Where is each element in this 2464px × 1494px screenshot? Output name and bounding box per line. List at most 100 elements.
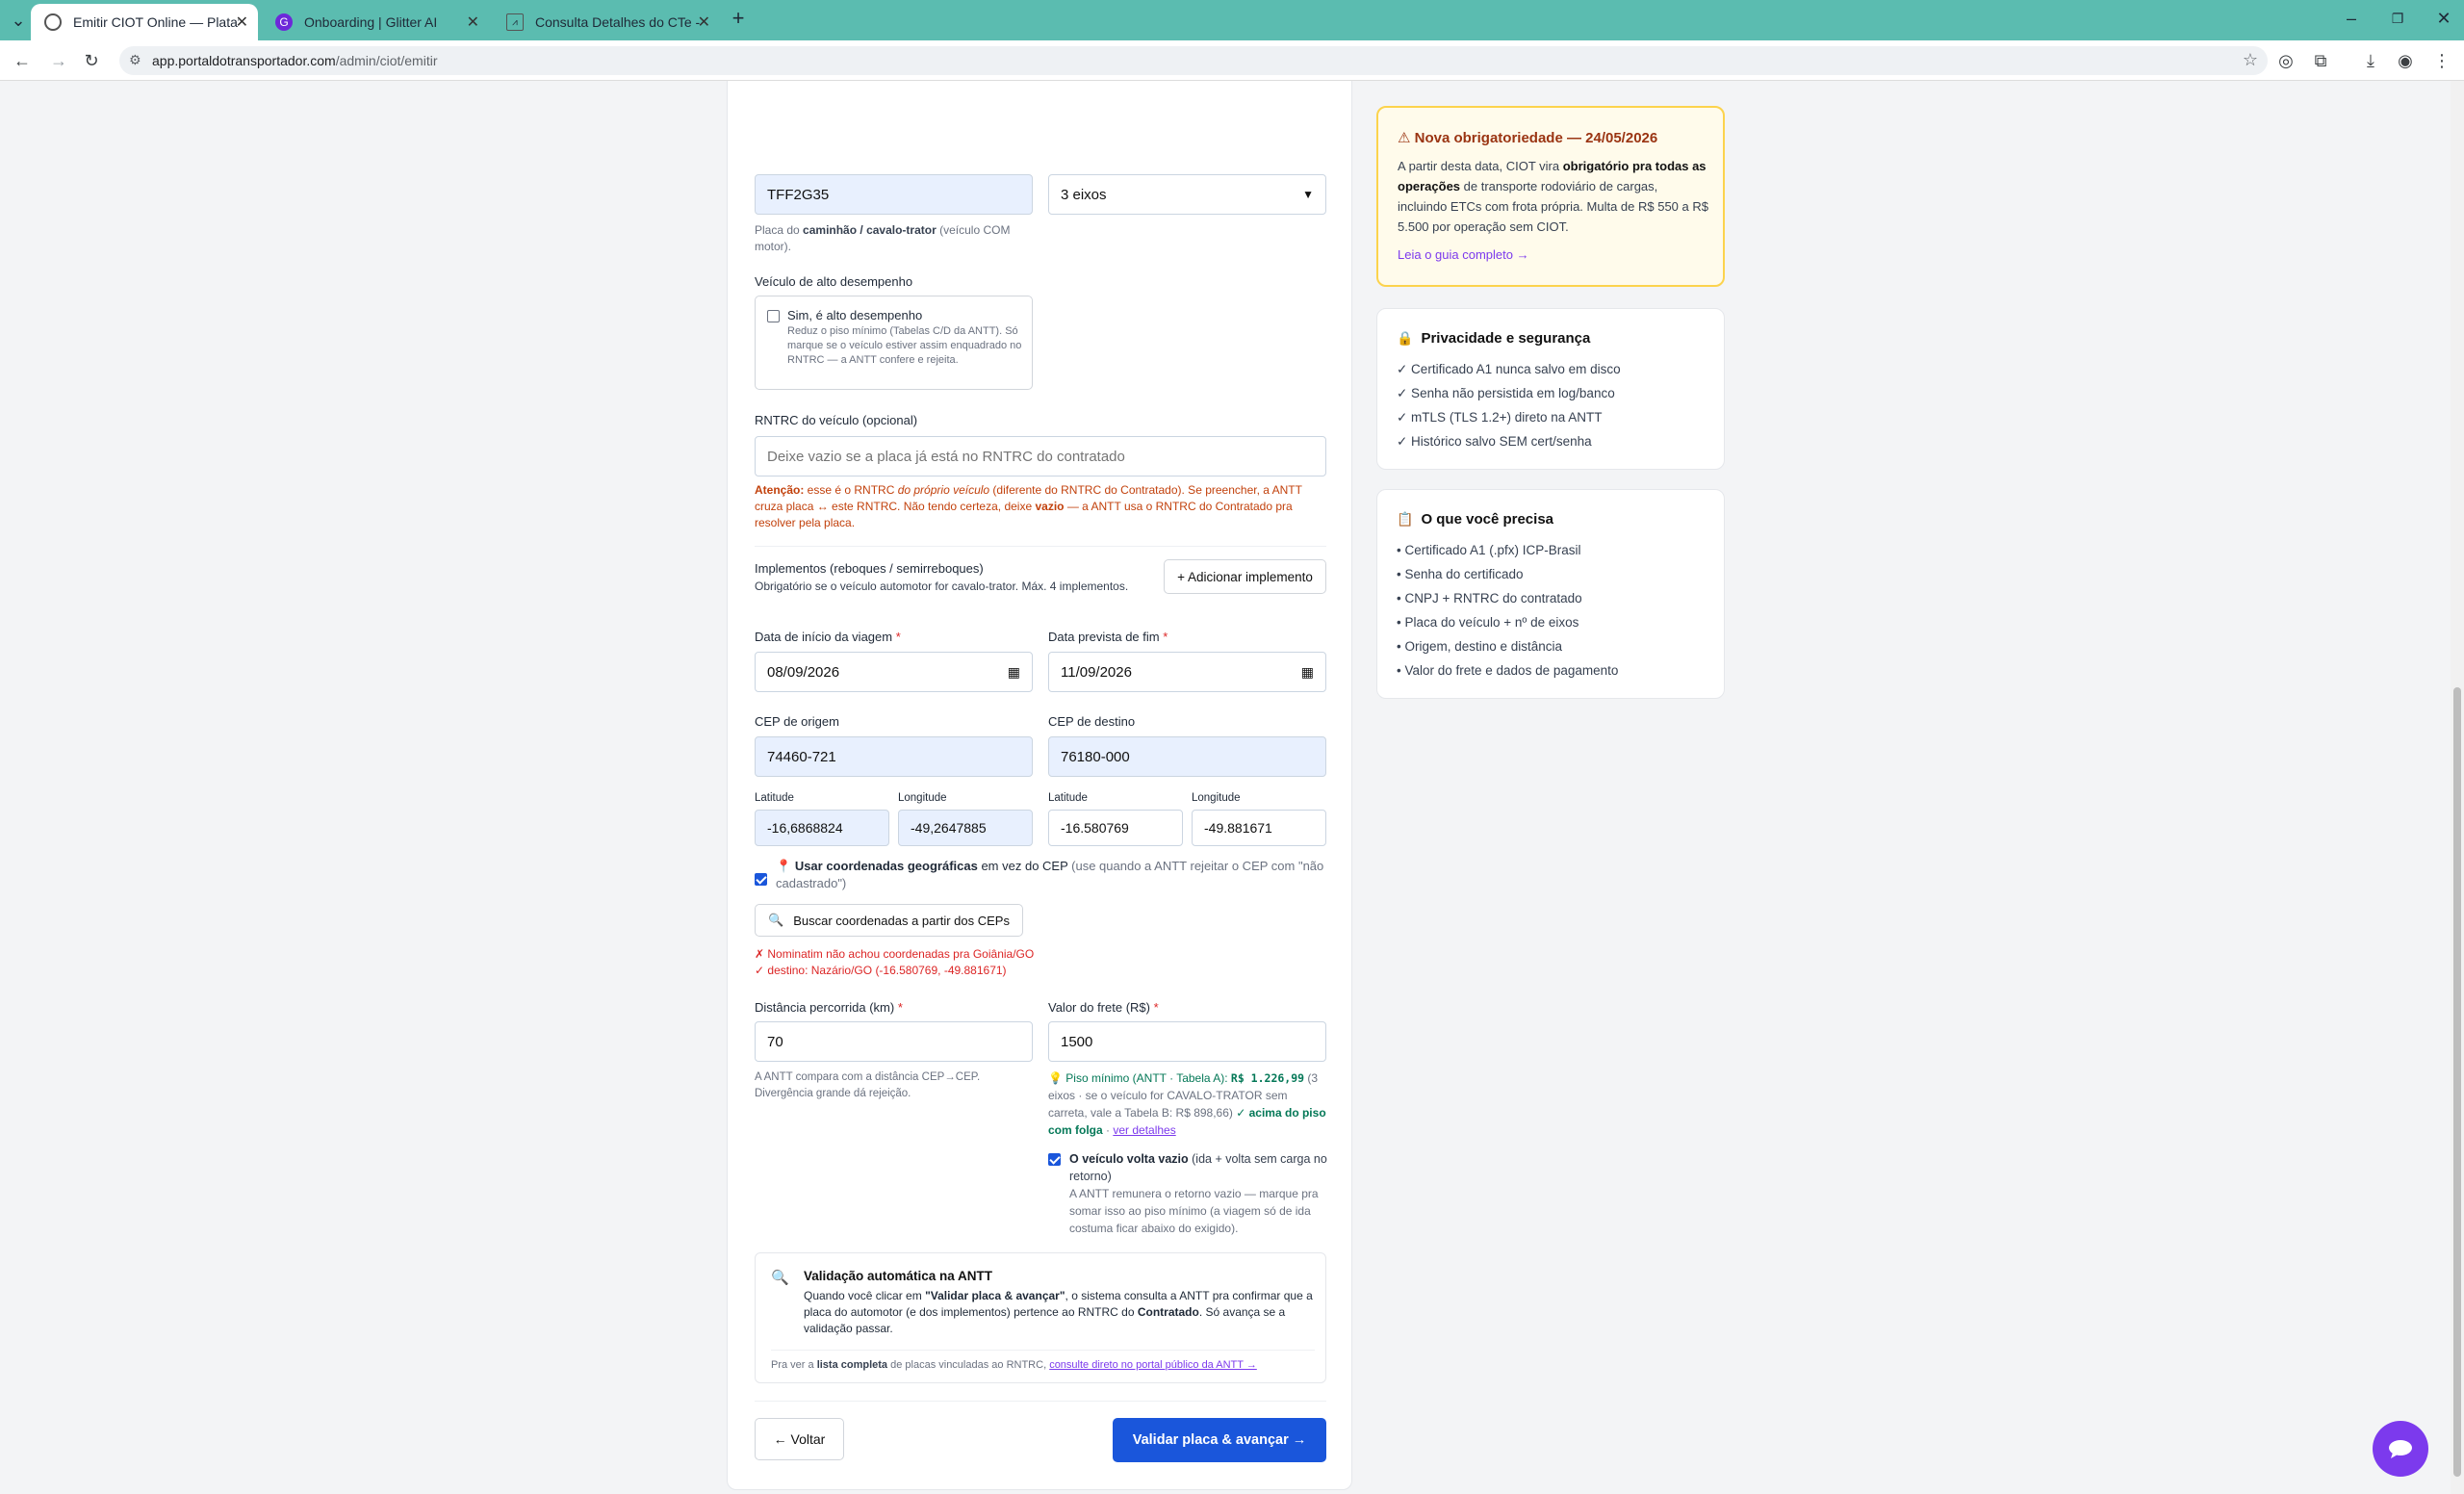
obrigatoriedade-notice: ⚠ Nova obrigatoriedade — 24/05/2026 A pa… <box>1376 106 1725 287</box>
required-mark: * <box>897 1000 903 1015</box>
coord-bold: Usar coordenadas geográficas <box>794 859 978 873</box>
dest-lon-input[interactable]: -49.881671 <box>1192 810 1326 846</box>
data-fim-value: 11/09/2026 <box>1061 663 1132 681</box>
notice-part: A partir desta data, CIOT vira <box>1398 159 1563 173</box>
eixos-select[interactable]: 3 eixos ▼ <box>1048 174 1326 215</box>
list-item: ✓ mTLS (TLS 1.2+) direto na ANTT <box>1397 410 1603 425</box>
eixos-value: 3 eixos <box>1061 186 1107 203</box>
tab-onboarding[interactable]: G Onboarding | Glitter AI ✕ <box>262 4 489 40</box>
usar-coordenadas-checkbox[interactable] <box>755 873 767 886</box>
data-inicio-value: 08/09/2026 <box>767 663 840 681</box>
download-icon[interactable]: ⤓ <box>2360 50 2381 71</box>
privacidade-header: 🔒 Privacidade e segurança <box>1397 330 1590 347</box>
new-tab-plus-icon[interactable]: + <box>728 8 749 29</box>
chevron-down-icon: ▼ <box>1302 188 1314 201</box>
alto-desempenho-check-label: Sim, é alto desempenho <box>787 308 923 322</box>
pin-icon: 📍 <box>776 859 792 873</box>
tab-emitir-ciot[interactable]: Emitir CIOT Online — Plataforma ✕ <box>31 4 258 40</box>
distancia-help: A ANTT compara com a distância CEP→CEP. … <box>755 1071 981 1099</box>
dest-lat-label: Latitude <box>1048 792 1088 804</box>
volta-vazio-checkbox[interactable] <box>1048 1153 1061 1166</box>
chat-bubble-icon <box>2389 1440 2412 1458</box>
lock-icon: 🔒 <box>1397 330 1414 346</box>
data-fim-label: Data prevista de fim * <box>1048 630 1168 644</box>
validar-avancar-button[interactable]: Validar placa & avançar → <box>1113 1418 1326 1462</box>
tab-label: Onboarding | Glitter AI <box>304 14 438 30</box>
alto-desempenho-label: Veículo de alto desempenho <box>755 274 913 289</box>
implementos-help: Obrigatório se o veículo automotor for c… <box>755 580 1129 593</box>
data-inicio-input[interactable]: 08/09/2026 ▦ <box>755 652 1033 692</box>
url-path: /admin/ciot/emitir <box>335 53 438 68</box>
page-scrollbar[interactable] <box>2451 81 2464 1494</box>
orig-lat-input[interactable]: -16,6868824 <box>755 810 889 846</box>
bookmark-star-icon[interactable]: ☆ <box>2243 50 2258 70</box>
list-item: • CNPJ + RNTRC do contratado <box>1397 591 1582 605</box>
address-bar[interactable]: ⚙ app.portaldotransportador.com/admin/ci… <box>119 46 2268 75</box>
valid-bold: "Validar placa & avançar" <box>925 1289 1065 1302</box>
add-implemento-button[interactable]: + Adicionar implemento <box>1164 559 1326 594</box>
required-mark: * <box>1163 630 1168 644</box>
calendar-icon[interactable]: ▦ <box>1008 664 1020 681</box>
dest-lat-input[interactable]: -16.580769 <box>1048 810 1183 846</box>
cep-origem-input[interactable]: 74460-721 <box>755 736 1033 777</box>
distancia-input[interactable]: 70 <box>755 1021 1033 1062</box>
chat-widget-button[interactable] <box>2373 1421 2428 1477</box>
distancia-label: Distância percorrida (km) * <box>755 1000 903 1015</box>
calendar-icon[interactable]: ▦ <box>1301 664 1314 681</box>
list-item: • Origem, destino e distância <box>1397 639 1563 654</box>
buscar-coordenadas-label: Buscar coordenadas a partir dos CEPs <box>793 913 1010 928</box>
coord-text: em vez do CEP <box>977 859 1072 873</box>
guia-completo-link[interactable]: Leia o guia completo → <box>1398 247 1529 262</box>
minimize-icon[interactable]: – <box>2341 8 2362 29</box>
warn-italic: do próprio veículo <box>897 483 990 497</box>
window-close-icon[interactable]: ✕ <box>2433 8 2454 29</box>
tab-search-chevron-icon[interactable]: ⌄ <box>8 10 29 31</box>
close-icon[interactable]: ✕ <box>467 13 479 32</box>
orig-lon-input[interactable]: -49,2647885 <box>898 810 1033 846</box>
validacao-title: Validação automática na ANTT <box>804 1269 993 1283</box>
cep-destino-input[interactable]: 76180-000 <box>1048 736 1326 777</box>
back-icon[interactable]: ← <box>12 50 33 71</box>
tab-consulta-cte[interactable]: ⩘ Consulta Detalhes do CTe - ERP ✕ <box>493 4 720 40</box>
menu-kebab-icon[interactable]: ⋮ <box>2431 50 2452 71</box>
privacidade-card: 🔒 Privacidade e segurança ✓ Certificado A… <box>1376 308 1725 470</box>
list-item: ✓ Histórico salvo SEM cert/senha <box>1397 434 1592 449</box>
portal-antt-link[interactable]: consulte direto no portal público da ANT… <box>1049 1359 1257 1371</box>
data-fim-input[interactable]: 11/09/2026 ▦ <box>1048 652 1326 692</box>
foot-text: de placas vinculadas ao RNTRC, <box>887 1359 1050 1371</box>
required-mark: * <box>895 630 901 644</box>
piso-sep: · <box>1102 1123 1114 1137</box>
list-item: ✓ Certificado A1 nunca salvo em disco <box>1397 362 1621 376</box>
cep-origem-label: CEP de origem <box>755 714 839 729</box>
frete-input[interactable]: 1500 <box>1048 1021 1326 1062</box>
site-info-icon[interactable]: ⚙ <box>129 52 141 68</box>
piso-value: R$ 1.226,99 <box>1230 1071 1305 1085</box>
buscar-coordenadas-button[interactable]: 🔍 Buscar coordenadas a partir dos CEPs <box>755 904 1023 937</box>
validacao-box: 🔍 Validação automática na ANTT Quando vo… <box>755 1252 1326 1383</box>
close-icon[interactable]: ✕ <box>698 13 710 32</box>
alto-desempenho-box: Sim, é alto desempenho Reduz o piso míni… <box>755 296 1033 390</box>
alto-desempenho-checkbox[interactable] <box>767 310 780 322</box>
close-icon[interactable]: ✕ <box>236 13 248 32</box>
warn-bold: vazio <box>1035 500 1065 513</box>
restore-icon[interactable]: ❐ <box>2387 8 2408 29</box>
alto-desempenho-help: Reduz o piso mínimo (Tabelas C/D da ANTT… <box>787 325 1022 366</box>
required-mark: * <box>1153 1000 1159 1015</box>
data-inicio-label-text: Data de início da viagem <box>755 630 893 644</box>
ver-detalhes-link[interactable]: ver detalhes <box>1113 1123 1175 1137</box>
volta-bold: O veículo volta vazio <box>1069 1152 1189 1166</box>
forward-icon[interactable]: → <box>48 50 69 71</box>
rntrc-input[interactable] <box>755 436 1326 477</box>
placa-input[interactable]: TFF2G35 <box>755 174 1033 215</box>
piso-minimo-info: 💡 Piso mínimo (ANTT · Tabela A): R$ 1.22… <box>1048 1069 1329 1139</box>
list-item: • Senha do certificado <box>1397 567 1524 581</box>
reload-icon[interactable]: ↻ <box>81 50 102 71</box>
voltar-button[interactable]: ← Voltar <box>755 1418 844 1460</box>
extension-icon[interactable]: ◎ <box>2275 50 2297 71</box>
validacao-footer: Pra ver a lista completa de placas vincu… <box>771 1359 1257 1371</box>
scrollbar-thumb[interactable] <box>2453 687 2461 1477</box>
globe-icon <box>44 13 62 31</box>
profile-icon[interactable]: ◉ <box>2395 50 2416 71</box>
puzzle-icon[interactable]: ⧉ <box>2310 50 2331 71</box>
list-item: • Certificado A1 (.pfx) ICP-Brasil <box>1397 543 1581 557</box>
